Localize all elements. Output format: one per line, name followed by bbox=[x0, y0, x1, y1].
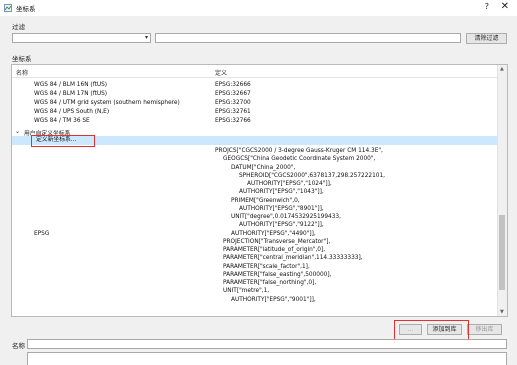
app-icon bbox=[4, 4, 12, 12]
name-input[interactable] bbox=[27, 339, 507, 349]
help-button[interactable]: ? bbox=[485, 2, 489, 11]
crs-definition: EPSG:32700 bbox=[215, 100, 251, 106]
wkt-line: SPHEROID["CGCS2000",6378137,298.25722210… bbox=[239, 172, 386, 179]
vertical-scrollbar[interactable]: ▲ ▼ bbox=[497, 65, 507, 316]
crs-tree[interactable]: 名称 定义 WGS 84 / BLM 16N (ftUS) EPSG:32666… bbox=[11, 64, 508, 317]
crs-definition: EPSG:32761 bbox=[215, 109, 251, 115]
name-label: 名称 bbox=[12, 342, 25, 350]
crs-definition: EPSG:32666 bbox=[215, 82, 251, 88]
epsg-label: EPSG bbox=[34, 231, 50, 237]
wkt-line: PARAMETER["false_northing",0], bbox=[223, 280, 317, 286]
title-bar: 坐标系 ? ✕ bbox=[0, 0, 517, 16]
wkt-line: AUTHORITY["EPSG","4490"]], bbox=[231, 230, 316, 237]
wkt-line: PARAMETER["central_meridian",114.3333333… bbox=[223, 255, 363, 262]
filter-select[interactable]: ▾ bbox=[12, 33, 151, 43]
wkt-line: AUTHORITY["EPSG","9122"]], bbox=[239, 222, 324, 229]
highlight-box bbox=[394, 320, 469, 340]
crs-definition: EPSG:32766 bbox=[215, 118, 251, 124]
tree-row[interactable]: WGS 84 / UPS South (N,E) EPSG:32761 bbox=[12, 108, 498, 117]
crs-name: WGS 84 / UPS South (N,E) bbox=[34, 109, 110, 115]
crs-name: WGS 84 / BLM 17N (ftUS) bbox=[34, 91, 108, 97]
scroll-down-icon[interactable]: ▼ bbox=[500, 309, 504, 315]
filter-input[interactable] bbox=[155, 33, 461, 43]
wkt-line: UNIT["metre",1, bbox=[223, 288, 270, 295]
tree-row[interactable]: WGS 84 / TM 36 SE EPSG:32766 bbox=[12, 117, 498, 126]
filter-label: 过滤 bbox=[12, 23, 25, 31]
definition-text-area[interactable] bbox=[27, 352, 507, 365]
crs-name: WGS 84 / TM 36 SE bbox=[34, 118, 90, 124]
wkt-line: AUTHORITY["EPSG","9001"]], bbox=[231, 296, 316, 303]
wkt-line: PROJCS["CGCS2000 / 3-degree Gauss-Kruger… bbox=[215, 148, 383, 154]
wkt-line: AUTHORITY["EPSG","8901"]], bbox=[239, 205, 324, 212]
wkt-line: PARAMETER["false_easting",500000], bbox=[223, 271, 332, 278]
wkt-line: DATUM["China_2000", bbox=[231, 164, 296, 171]
wkt-line: PROJECTION["Transverse_Mercator"], bbox=[223, 238, 331, 245]
crs-section-label: 坐标系 bbox=[12, 55, 32, 63]
wkt-line: AUTHORITY["EPSG","1043"]], bbox=[239, 189, 324, 196]
tree-row[interactable]: WGS 84 / UTM grid system (southern hemis… bbox=[12, 99, 498, 108]
tree-header: 名称 定义 bbox=[12, 65, 507, 78]
chevron-down-icon[interactable]: ▾ bbox=[145, 34, 148, 41]
wkt-line: PRIMEM["Greenwich",0, bbox=[231, 197, 300, 204]
highlight-box bbox=[31, 135, 95, 147]
clear-filter-button[interactable]: 清除过滤 bbox=[466, 33, 507, 44]
scrollbar-thumb[interactable] bbox=[499, 215, 505, 290]
wkt-line: AUTHORITY["EPSG","1024"]], bbox=[247, 181, 332, 187]
column-header-definition[interactable]: 定义 bbox=[215, 68, 227, 77]
wkt-line: PARAMETER["scale_factor",1], bbox=[223, 263, 310, 270]
tree-row[interactable]: WGS 84 / BLM 17N (ftUS) EPSG:32667 bbox=[12, 90, 498, 99]
close-button[interactable]: ✕ bbox=[501, 1, 509, 12]
tree-row[interactable]: WGS 84 / BLM 16N (ftUS) EPSG:32666 bbox=[12, 81, 498, 90]
crs-definition: EPSG:32667 bbox=[215, 91, 251, 97]
remove-from-library-button[interactable]: 移出库 bbox=[467, 324, 502, 335]
wkt-definition: PROJCS["CGCS2000 / 3-degree Gauss-Kruger… bbox=[215, 147, 385, 304]
wkt-line: PARAMETER["latitude_of_origin",0], bbox=[223, 247, 326, 253]
crs-name: WGS 84 / UTM grid system (southern hemis… bbox=[34, 100, 180, 106]
chevron-down-icon[interactable]: ⌄ bbox=[15, 128, 20, 135]
scroll-up-icon[interactable]: ▲ bbox=[500, 66, 504, 72]
wkt-line: GEOGCS["China Geodetic Coordinate System… bbox=[223, 156, 376, 163]
wkt-line: UNIT["degree",0.0174532925199433, bbox=[231, 214, 341, 220]
window-title: 坐标系 bbox=[16, 5, 36, 13]
column-header-name[interactable]: 名称 bbox=[16, 68, 28, 77]
crs-name: WGS 84 / BLM 16N (ftUS) bbox=[34, 82, 108, 88]
